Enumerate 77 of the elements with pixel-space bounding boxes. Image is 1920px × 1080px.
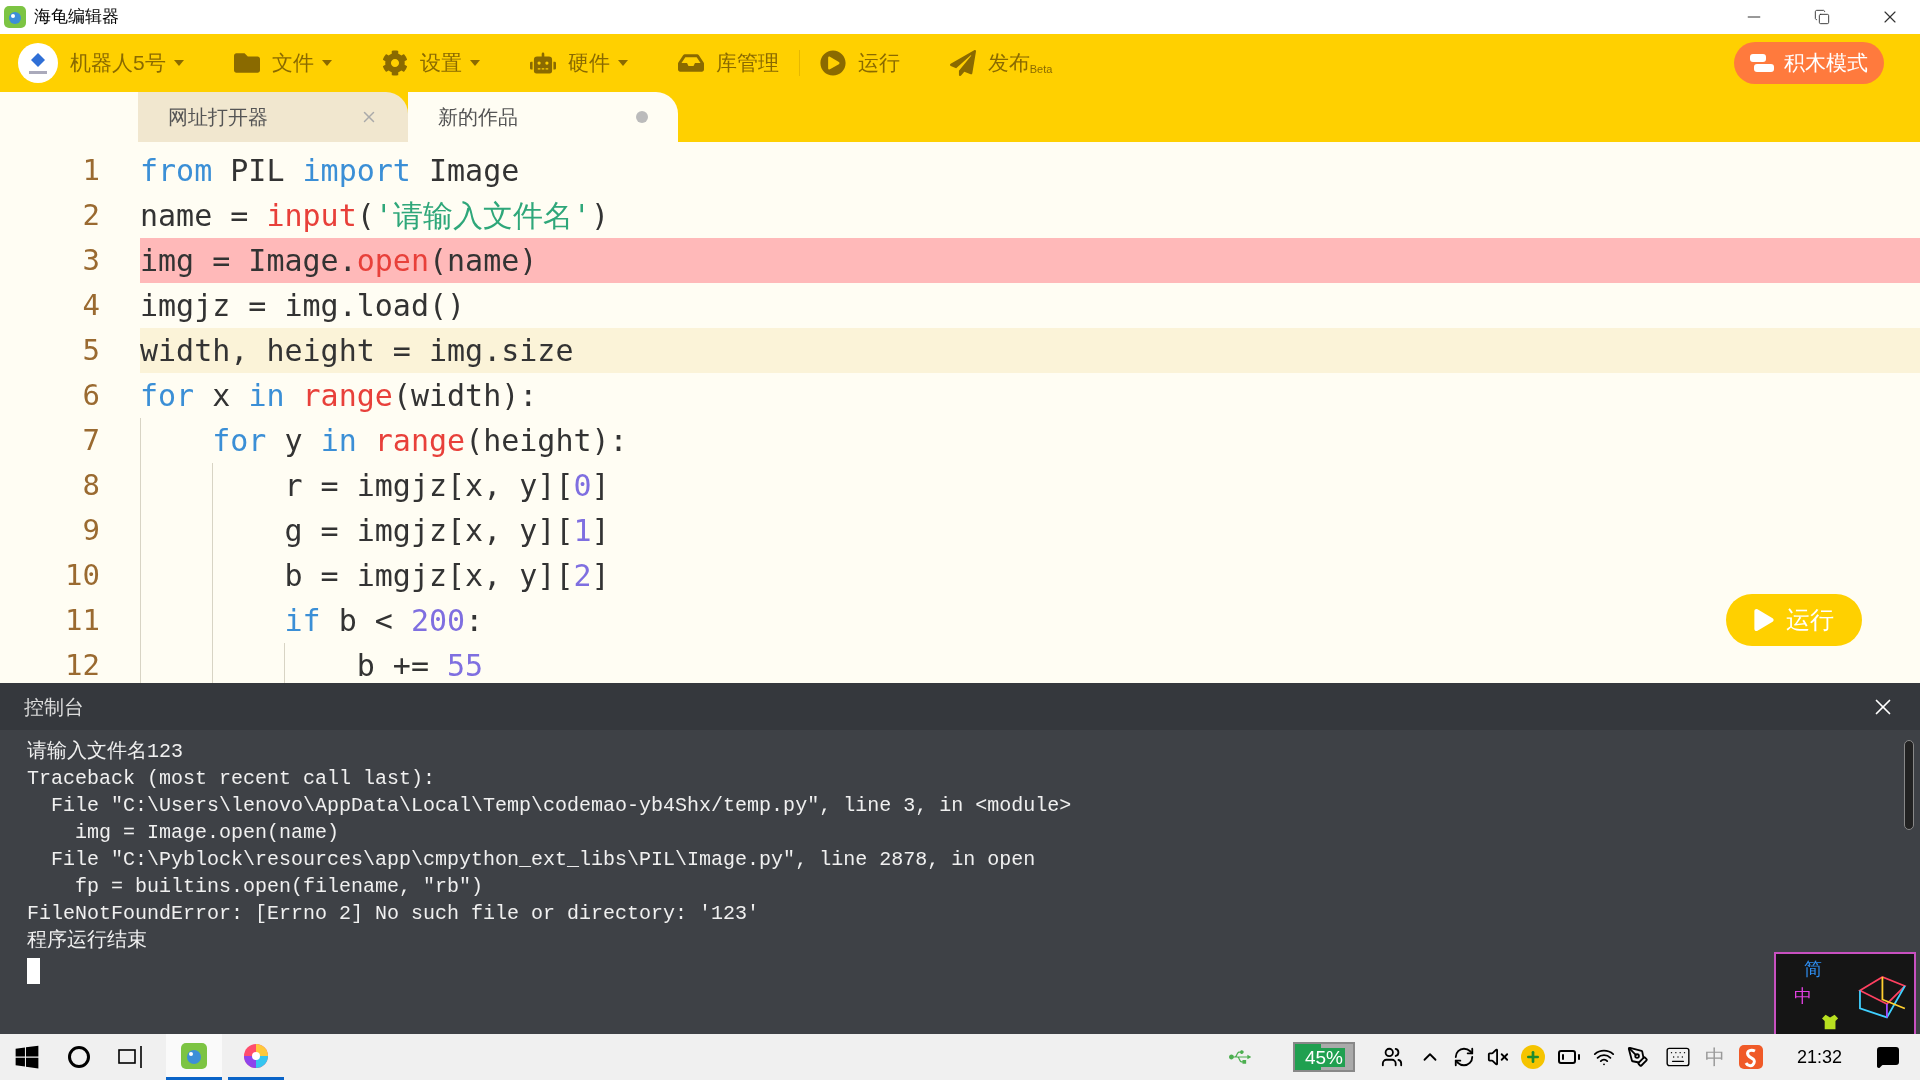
- code-line: for y in range(height):: [140, 418, 1920, 463]
- toolbar-menu[interactable]: 库管理: [677, 47, 779, 79]
- console-line: File "C:\Users\lenovo\AppData\Local\Temp\codemao-yb4Shx/temp.py", line 3, in <module>: [50, 793, 1072, 819]
- line-number: 8: [81, 466, 100, 504]
- code-line: b += 55: [140, 643, 1920, 683]
- line-number: 2: [81, 196, 100, 234]
- code-line: for x in range(width):: [140, 377, 539, 415]
- color-wheel-icon: [243, 1042, 269, 1069]
- line-number: 6: [81, 376, 100, 414]
- restore-icon[interactable]: [1814, 9, 1830, 25]
- sync-icon[interactable]: [1452, 1046, 1475, 1068]
- app-logo-icon: [4, 6, 26, 28]
- code-line: imgjz = img.load(): [140, 287, 467, 325]
- clock[interactable]: 21:32: [1796, 1043, 1842, 1071]
- line-number: 4: [81, 286, 100, 324]
- code-line: g = imgjz[x, y][1]: [140, 508, 1920, 553]
- editor-tab[interactable]: 新的作品: [408, 92, 678, 142]
- folder-icon: [233, 50, 260, 76]
- menu-label: 硬件: [567, 50, 610, 77]
- mute-icon[interactable]: [1486, 1046, 1509, 1068]
- caret-icon: [321, 60, 332, 66]
- line-number: 1: [81, 151, 100, 189]
- code-line: name = input('请输入文件名'): [140, 197, 610, 235]
- beta-label: Beta: [1029, 63, 1053, 78]
- ime-label: 中: [1794, 985, 1813, 1008]
- ime-label: 简: [1804, 958, 1822, 981]
- paper-plane-icon: [949, 50, 976, 76]
- menu-label: 文件: [271, 50, 314, 77]
- line-number: 9: [81, 511, 100, 549]
- console-line: 程序运行结束: [27, 928, 147, 954]
- play-icon: [1754, 609, 1774, 631]
- toolbar-menu[interactable]: 设置: [381, 47, 480, 79]
- robot-selector[interactable]: 机器人5号: [18, 43, 184, 83]
- line-number: 12: [64, 646, 100, 683]
- code-line: r = imgjz[x, y][0]: [140, 463, 1920, 508]
- console-line: img = Image.open(name): [74, 820, 340, 846]
- toolbar-menu[interactable]: 文件: [233, 47, 332, 79]
- text-cursor: [27, 958, 40, 984]
- block-mode-button[interactable]: 积木模式: [1734, 42, 1884, 84]
- search-icon[interactable]: [68, 1046, 90, 1068]
- caret-icon: [617, 60, 628, 66]
- blocks-icon: [1750, 52, 1774, 74]
- caret-icon: [469, 60, 480, 66]
- console-line: FileNotFoundError: [Errno 2] No such file or directory: '123': [27, 901, 760, 927]
- notification-icon[interactable]: [1876, 1045, 1900, 1069]
- battery-meter[interactable]: 45%: [1292, 1042, 1355, 1072]
- caret-icon: [173, 60, 184, 66]
- toolbar-menu[interactable]: 硬件: [529, 47, 628, 79]
- line-number: 11: [64, 601, 100, 639]
- code-line: from PIL import Image: [140, 152, 521, 190]
- console-line: fp = builtins.open(filename, "rb"): [74, 874, 484, 900]
- people-icon[interactable]: [1380, 1046, 1403, 1068]
- menu-label: 发布: [987, 50, 1030, 77]
- menu-label: 设置: [419, 50, 462, 77]
- console-title: 控制台: [24, 694, 85, 720]
- robot-avatar-icon: [18, 43, 58, 83]
- robot-icon: [529, 50, 556, 76]
- line-number: 5: [81, 331, 100, 369]
- line-number: 3: [81, 241, 100, 279]
- start-icon[interactable]: [14, 1044, 40, 1070]
- editor-tab[interactable]: 网址打开器: [138, 92, 408, 142]
- line-number: 10: [64, 556, 100, 594]
- console-line: Traceback (most recent call last):: [27, 766, 436, 792]
- task-view-icon[interactable]: [118, 1045, 144, 1069]
- input-method-indicator[interactable]: 中: [1704, 1042, 1725, 1072]
- menu-label: 库管理: [715, 50, 779, 77]
- window-title: 海龟编辑器: [34, 6, 119, 29]
- play-icon: [819, 50, 846, 76]
- console-line: File "C:\Pyblock\resources\app\cmpython_ext_libs\PIL\Image.py", line 2878, in open: [50, 847, 1036, 873]
- shirt-icon: [1822, 1014, 1839, 1030]
- taskbar-app[interactable]: [166, 1034, 222, 1080]
- pen-icon[interactable]: [1626, 1046, 1649, 1068]
- toolbar-menu[interactable]: 运行: [819, 47, 900, 79]
- console-line: 请输入文件名123: [27, 739, 183, 765]
- line-number: 7: [81, 421, 100, 459]
- gear-icon: [381, 50, 408, 76]
- menu-label: 运行: [857, 50, 900, 77]
